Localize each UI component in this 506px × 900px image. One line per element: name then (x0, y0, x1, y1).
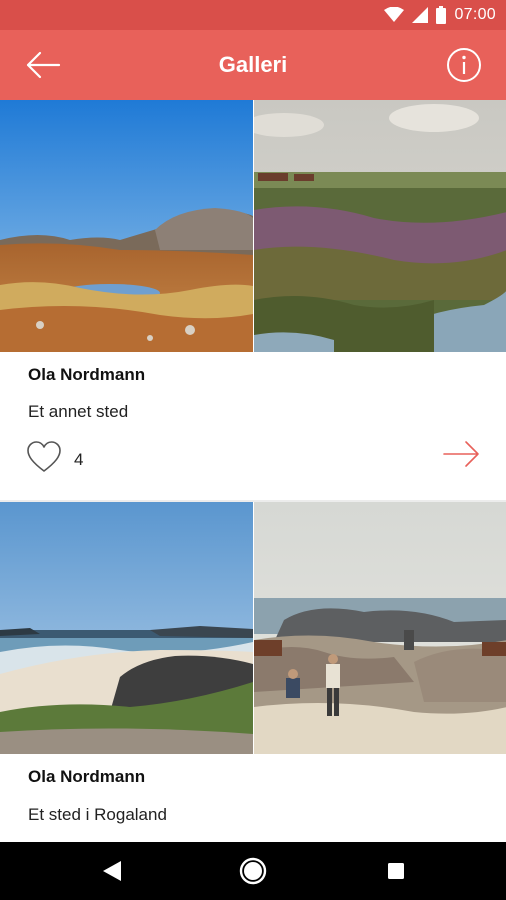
page-title: Galleri (218, 52, 288, 77)
painting-rocky-shore-image (254, 502, 506, 754)
card-place: Et sted i Rogaland (28, 805, 167, 824)
photo-beach[interactable] (0, 502, 253, 754)
card-author: Ola Nordmann (28, 365, 146, 384)
heart-icon[interactable] (26, 440, 62, 474)
system-nav-bar (0, 842, 506, 900)
gallery-card[interactable]: Ola Nordmann Et annet sted 4 (0, 100, 506, 500)
status-time: 07:00 (454, 6, 496, 23)
card-images (0, 100, 506, 352)
app-bar: Galleri (0, 30, 506, 100)
card-images (0, 502, 506, 754)
status-icons: 07:00 (384, 5, 496, 25)
gallery-feed[interactable]: Ola Nordmann Et annet sted 4 Ola Nordman… (0, 100, 506, 842)
nav-home-icon[interactable] (238, 856, 268, 886)
painting-rocky-shore[interactable] (253, 502, 506, 754)
photo-beach-image (0, 502, 253, 754)
gallery-screen: 07:00 Galleri Ola Nordmann Et annet sted… (0, 0, 506, 900)
painting-moorland[interactable] (253, 100, 506, 352)
battery-icon (436, 6, 447, 24)
nav-recents-icon[interactable] (381, 856, 411, 886)
wifi-icon (384, 7, 405, 22)
arrow-right-icon[interactable] (442, 439, 482, 469)
painting-moorland-image (254, 100, 506, 352)
status-bar: 07:00 (0, 0, 506, 30)
info-icon[interactable] (446, 47, 482, 83)
gallery-card[interactable]: Ola Nordmann Et sted i Rogaland (0, 502, 506, 842)
nav-back-icon[interactable] (97, 856, 127, 886)
card-author: Ola Nordmann (28, 767, 146, 786)
photo-landscape-pond-image (0, 100, 253, 352)
card-place: Et annet sted (28, 402, 129, 421)
cell-signal-icon (412, 7, 429, 23)
photo-landscape-pond[interactable] (0, 100, 253, 352)
like-count: 4 (74, 450, 84, 469)
